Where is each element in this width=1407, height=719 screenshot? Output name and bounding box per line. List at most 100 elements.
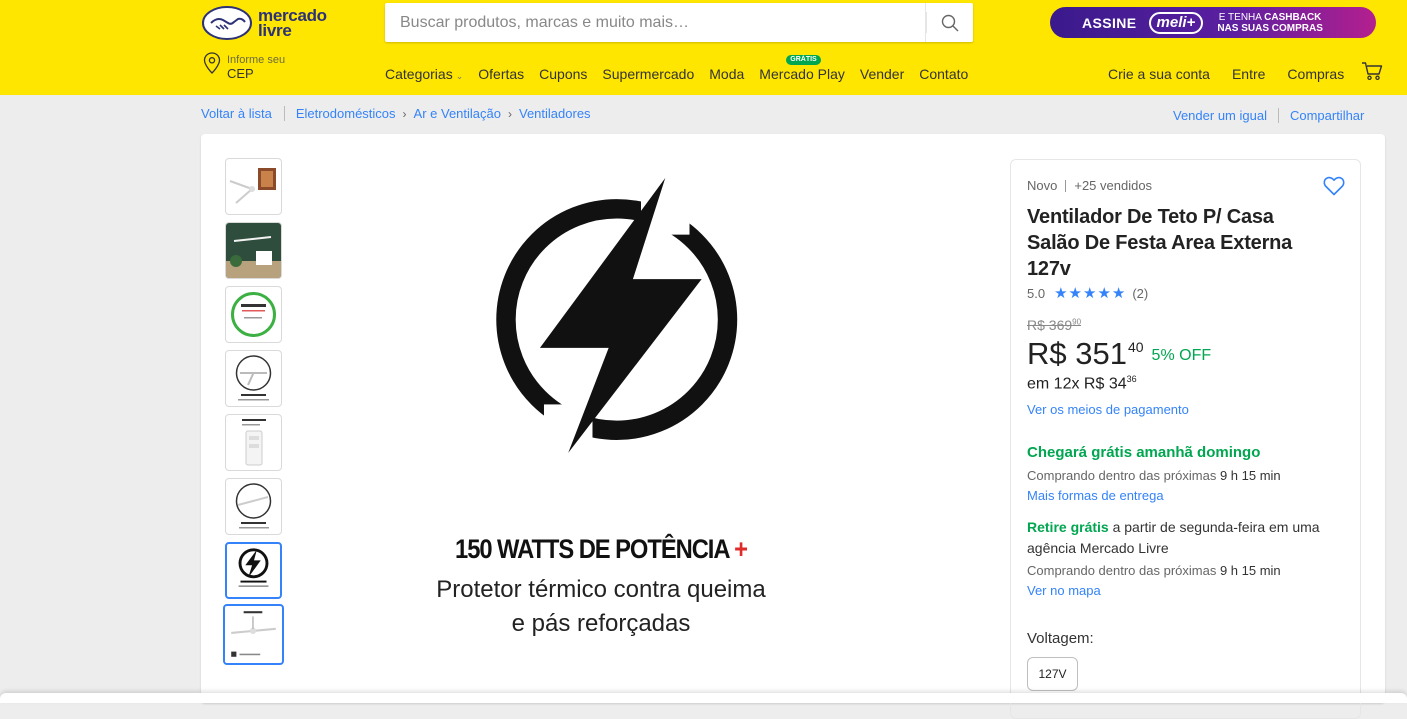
- installments: em 12x R$ 3436: [1027, 374, 1137, 393]
- thumbnail-room-image: [226, 223, 281, 278]
- cep-hint: Informe seu: [227, 54, 286, 66]
- cep-label: CEP: [227, 66, 254, 81]
- pickup-title: Retire grátis: [1027, 519, 1109, 535]
- bottom-panel-edge: [0, 693, 1407, 703]
- share-link[interactable]: Compartilhar: [1290, 108, 1364, 123]
- create-account-link[interactable]: Crie a sua conta: [1108, 66, 1210, 82]
- breadcrumb-divider: [283, 106, 285, 121]
- promo-cashback: CASHBACK: [1264, 11, 1322, 23]
- star-icon: ★: [1054, 285, 1068, 302]
- promo-assine: ASSINE: [1082, 14, 1137, 31]
- pickup-info: Retire grátis a partir de segunda-feira …: [1027, 517, 1327, 559]
- discount-badge: 5% OFF: [1151, 347, 1212, 364]
- search-button[interactable]: [925, 3, 973, 42]
- promo-line1: E TENHA: [1218, 11, 1265, 23]
- star-icon: ★: [1068, 285, 1082, 302]
- voltage-label: Voltagem:: [1027, 630, 1094, 647]
- thumbnail[interactable]: [225, 350, 282, 407]
- thumbnail-power-image: [238, 548, 269, 587]
- chevron-right-icon: ›: [508, 106, 512, 121]
- back-to-list-link[interactable]: Voltar à lista: [201, 106, 272, 121]
- login-link[interactable]: Entre: [1232, 66, 1265, 82]
- main-nav: Categorias ⌄ Ofertas Cupons Supermercado …: [385, 55, 983, 82]
- thumbnail[interactable]: [225, 478, 282, 535]
- installments-cents: 36: [1126, 374, 1137, 384]
- old-price-value: R$ 369: [1027, 317, 1073, 333]
- thumbnail[interactable]: [225, 286, 282, 343]
- plus-icon: +: [734, 534, 748, 564]
- thumbnail-dimensions-image: [231, 611, 276, 657]
- pickup-deadline-prefix: Comprando dentro das próximas: [1027, 563, 1220, 578]
- heart-icon[interactable]: [1323, 176, 1345, 196]
- condition-row: Novo +25 vendidos: [1027, 178, 1152, 193]
- nav-mercado-play-label: Mercado Play: [759, 66, 845, 82]
- thumbnail-led-image: [231, 292, 276, 337]
- condition: Novo: [1027, 178, 1058, 193]
- sold-count: +25 vendidos: [1074, 178, 1153, 193]
- shipping-deadline: Comprando dentro das próximas 9 h 15 min: [1027, 468, 1281, 483]
- thumbnail[interactable]: [225, 414, 282, 471]
- star-icon: ★: [1082, 285, 1097, 302]
- handshake-logo-icon: [202, 6, 252, 40]
- nav-mercado-play[interactable]: GRÁTIS Mercado Play: [759, 55, 845, 82]
- rating-row[interactable]: 5.0 ★ ★ ★ ★ ★ (2): [1027, 284, 1148, 302]
- thumbnail-control-image: [242, 419, 266, 466]
- mercado-livre-logo[interactable]: mercado livre: [202, 4, 342, 42]
- breadcrumb-item-ventiladores[interactable]: Ventiladores: [519, 106, 591, 121]
- breadcrumb-item-eletrodomesticos[interactable]: Eletrodomésticos: [296, 106, 396, 121]
- product-title: Ventilador De Teto P/ Casa Salão De Fest…: [1027, 206, 1293, 280]
- meli-plus-promo-banner[interactable]: ASSINE meli+ E TENHA CASHBACK NAS SUAS C…: [1050, 7, 1376, 38]
- buy-box: Novo +25 vendidos Ventilador De Teto P/ …: [1010, 159, 1361, 719]
- promo-text: E TENHA CASHBACK NAS SUAS COMPRAS: [1217, 12, 1323, 34]
- shipping-title: Chegará grátis amanhã domingo: [1027, 444, 1261, 461]
- view-map-link[interactable]: Ver no mapa: [1027, 583, 1101, 598]
- old-price-cents: 90: [1072, 317, 1082, 327]
- thumbnail[interactable]: [225, 222, 282, 279]
- promo-line2: NAS SUAS COMPRAS: [1217, 22, 1323, 34]
- location-pin-icon: [203, 52, 221, 74]
- cep-selector[interactable]: Informe seu CEP: [203, 51, 313, 83]
- top-actions-divider: [1277, 108, 1279, 123]
- shipping-deadline-time: 9 h 15 min: [1219, 468, 1281, 483]
- thumbnail-support-image: [235, 483, 272, 529]
- main-product-image: [496, 178, 738, 462]
- more-shipping-options-link[interactable]: Mais formas de entrega: [1027, 488, 1164, 503]
- search-bar: [385, 3, 973, 42]
- image-line-1: Protetor térmico contra queima: [436, 576, 766, 603]
- voltage-option-127v[interactable]: 127V: [1027, 657, 1078, 691]
- nav-supermercado[interactable]: Supermercado: [602, 66, 694, 82]
- sell-same-link[interactable]: Vender um igual: [1173, 108, 1267, 123]
- shipping-deadline-prefix: Comprando dentro das próximas: [1027, 468, 1220, 483]
- rating-value: 5.0: [1027, 285, 1046, 301]
- nav-ofertas[interactable]: Ofertas: [478, 66, 524, 82]
- user-nav: Crie a sua conta Entre Compras: [1108, 66, 1344, 82]
- price-value: R$ 351: [1027, 336, 1127, 371]
- thumbnail-fan-image: [229, 168, 276, 204]
- nav-categorias[interactable]: Categorias ⌄: [385, 66, 463, 82]
- thumbnail-active[interactable]: [225, 542, 282, 599]
- thumbnail[interactable]: [223, 604, 284, 665]
- price-cents: 40: [1127, 339, 1144, 355]
- search-input[interactable]: [385, 3, 925, 42]
- nav-moda[interactable]: Moda: [709, 66, 744, 82]
- pickup-deadline-time: 9 h 15 min: [1219, 563, 1281, 578]
- meli-plus-logo: meli+: [1148, 11, 1204, 34]
- image-headline: 150 WATTS DE POTÊNCIA +: [425, 534, 777, 565]
- nav-contato[interactable]: Contato: [919, 66, 968, 82]
- price: R$ 351 40 5% OFF: [1027, 334, 1211, 374]
- pickup-deadline: Comprando dentro das próximas 9 h 15 min: [1027, 563, 1281, 578]
- logo-line-2: livre: [258, 21, 292, 40]
- breadcrumb: Voltar à lista Eletrodomésticos › Ar e V…: [201, 106, 591, 121]
- nav-cupons[interactable]: Cupons: [539, 66, 587, 82]
- payment-methods-link[interactable]: Ver os meios de pagamento: [1027, 402, 1189, 417]
- top-actions: Vender um igual Compartilhar: [1173, 108, 1364, 123]
- nav-vender[interactable]: Vender: [860, 66, 904, 82]
- thumbnail[interactable]: [225, 158, 282, 215]
- installments-value: em 12x R$ 34: [1027, 375, 1127, 393]
- purchases-link[interactable]: Compras: [1287, 66, 1344, 82]
- cart-icon[interactable]: [1361, 61, 1383, 81]
- breadcrumb-item-ar-ventilacao[interactable]: Ar e Ventilação: [414, 106, 501, 121]
- star-icon: ★: [1111, 285, 1126, 302]
- nav-categorias-label: Categorias: [385, 66, 453, 82]
- logo-text: mercado livre: [258, 7, 327, 40]
